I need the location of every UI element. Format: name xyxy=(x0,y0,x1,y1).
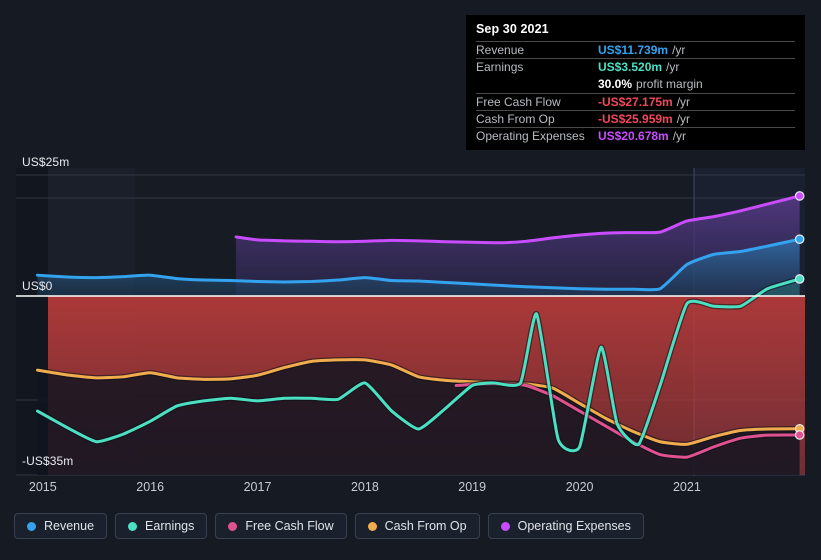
legend-item-label: Revenue xyxy=(44,519,95,533)
legend-item-earnings[interactable]: Earnings xyxy=(115,513,208,539)
legend-item-free-cash-flow[interactable]: Free Cash Flow xyxy=(215,513,347,539)
legend-color-dot-icon xyxy=(367,521,377,531)
data-tooltip: Sep 30 2021 Revenue US$11.739m/yr Earnings… xyxy=(466,15,805,150)
legend-item-cash-from-op[interactable]: Cash From Op xyxy=(354,513,480,539)
x-axis-tick-2021: 2021 xyxy=(672,480,701,494)
tooltip-date-title: Sep 30 2021 xyxy=(476,22,549,36)
legend-item-label: Cash From Op xyxy=(384,519,467,533)
x-axis-tick-2016: 2016 xyxy=(136,480,165,494)
legend-color-dot-icon xyxy=(128,521,138,531)
tooltip-row: Operating Expenses US$20.678m/yr xyxy=(476,126,795,144)
tooltip-row-unit: /yr xyxy=(676,94,691,109)
tooltip-row: Earnings US$3.520m/yr xyxy=(476,58,795,75)
tooltip-row: 30.0% profit margin xyxy=(476,75,795,92)
legend-item-label: Free Cash Flow xyxy=(245,519,334,533)
tooltip-row-value: -US$25.959m xyxy=(598,111,673,126)
tooltip-row-value: US$20.678m xyxy=(598,129,669,144)
financial-performance-chart: US$25m US$0 -US$35m 2015 2016 2017 2018 2019… xyxy=(0,0,821,560)
legend-item-operating-expenses[interactable]: Operating Expenses xyxy=(487,513,644,539)
tooltip-row-value: US$11.739m xyxy=(598,43,669,58)
tooltip-row-unit: /yr xyxy=(676,111,691,126)
tooltip-row-label: Operating Expenses xyxy=(476,129,585,144)
tooltip-row: Free Cash Flow -US$27.175m/yr xyxy=(476,92,795,110)
tooltip-row-value: -US$27.175m xyxy=(598,94,673,109)
x-axis-tick-2019: 2019 xyxy=(458,480,487,494)
tooltip-row-value: 30.0% xyxy=(598,76,633,91)
legend-color-dot-icon xyxy=(500,521,510,531)
tooltip-row-label: Earnings xyxy=(476,60,524,75)
tooltip-row-label: Revenue xyxy=(476,43,525,58)
x-axis-tick-2017: 2017 xyxy=(243,480,272,494)
tooltip-row-value: US$3.520m xyxy=(598,60,663,75)
tooltip-row: Cash From Op -US$25.959m/yr xyxy=(476,109,795,127)
chart-legend: Revenue Earnings Free Cash Flow Cash From O… xyxy=(14,513,644,539)
x-axis-tick-2018: 2018 xyxy=(350,480,379,494)
x-axis-tick-2020: 2020 xyxy=(565,480,594,494)
legend-color-dot-icon xyxy=(228,521,238,531)
tooltip-row-unit: /yr xyxy=(672,129,687,144)
legend-color-dot-icon xyxy=(27,521,36,531)
tooltip-row-label: Free Cash Flow xyxy=(476,94,561,109)
tooltip-row: Revenue US$11.739m/yr xyxy=(476,41,795,58)
x-axis-tick-2015: 2015 xyxy=(28,480,57,494)
legend-item-revenue[interactable]: Revenue xyxy=(14,513,108,539)
tooltip-rows: Revenue US$11.739m/yr Earnings US$3.520m/yr… xyxy=(476,41,795,144)
tooltip-row-unit: profit margin xyxy=(636,76,703,91)
tooltip-row-label: Cash From Op xyxy=(476,111,555,126)
legend-item-label: Earnings xyxy=(145,519,195,533)
legend-item-label: Operating Expenses xyxy=(517,519,631,533)
tooltip-row-unit: /yr xyxy=(672,43,686,58)
tooltip-row-unit: /yr xyxy=(666,60,680,75)
